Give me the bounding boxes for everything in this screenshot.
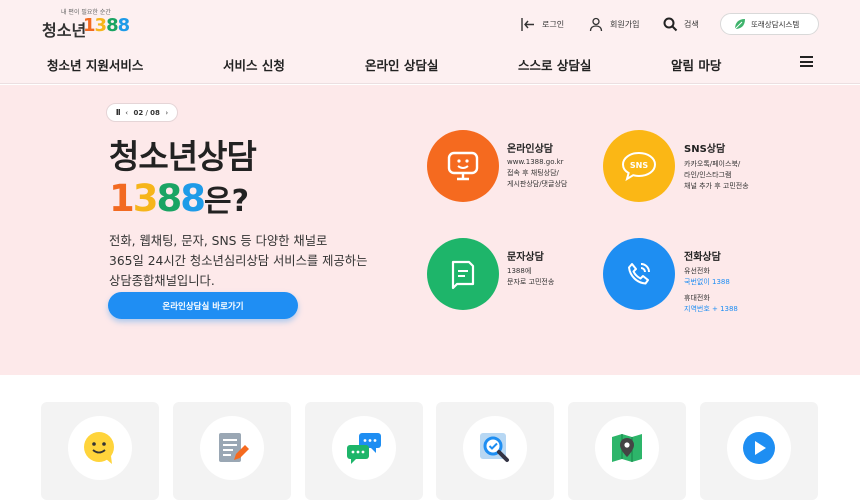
hero-description: 전화, 웹채팅, 문자, SNS 등 다양한 채널로 365일 24시간 청소년… [109,234,368,288]
slide-pager: II ‹ 02 / 08 › [106,103,178,122]
search-icon [663,17,678,31]
sns-bubble-icon: SNS [621,151,657,182]
peer-counseling-system-button[interactable]: 또래상담시스템 [720,13,819,35]
logo-number: 1388 [83,15,130,36]
smile-face-icon [84,432,114,464]
online-counseling-url: www.1388.go.kr [507,158,564,166]
quick-card-1[interactable] [41,402,159,500]
site-header: 내 편이 필요한 순간 청소년 1388 로그인 회원가입 검색 또래상담시스템… [0,0,860,84]
phone-icon [628,263,650,285]
phone-counseling-circle[interactable] [603,238,675,310]
nav-youth-support[interactable]: 청소년 지원서비스 [47,55,143,74]
slide-counter: 02 / 08 [133,108,160,117]
phone-counseling-line: 유선전화 [684,267,710,275]
text-counseling-line: 1388에 [507,267,532,275]
system-label: 또래상담시스템 [751,19,800,29]
nav-self-counseling[interactable]: 스스로 상담실 [518,55,591,74]
hamburger-menu-icon[interactable] [800,56,813,67]
sns-counseling-circle[interactable]: SNS [603,130,675,202]
pause-button[interactable]: II [116,108,121,117]
sns-counseling-line: 카카오톡/페이스북/ [684,160,741,168]
signup-label: 회원가입 [610,19,640,29]
next-slide-button[interactable]: › [165,109,168,117]
text-counseling-title: 문자상담 [507,252,544,263]
nav-service-apply[interactable]: 서비스 신청 [223,55,285,74]
quick-card-4[interactable] [436,402,554,500]
online-counseling-line: 게시판상담/댓글상담 [507,180,568,188]
prev-slide-button[interactable]: ‹ [125,109,128,117]
online-counseling-circle[interactable] [427,130,499,202]
logo-name: 청소년 [42,21,87,40]
message-icon [451,260,475,290]
signup-link[interactable]: 회원가입 [589,14,639,34]
sns-counseling-title: SNS상담 [684,144,726,155]
monitor-smile-icon [447,151,479,181]
online-counseling-title: 온라인상담 [507,144,553,155]
phone-counseling-number: 국번없이 1388 [684,278,730,286]
play-icon [743,432,775,464]
search-link[interactable]: 검색 [663,14,699,34]
online-counseling-line: 접속 후 채팅상담/ [507,169,559,177]
hero-title: 청소년상담 [109,137,257,176]
phone-counseling-number: 지역번호 + 1388 [684,305,738,313]
document-pencil-icon [219,433,249,462]
sns-counseling-line: 채널 추가 후 고민전송 [684,182,749,190]
text-counseling-circle[interactable] [427,238,499,310]
text-counseling-line: 문자로 고민전송 [507,278,555,286]
phone-counseling-title: 전화상담 [684,252,721,263]
svg-text:SNS: SNS [630,161,648,170]
nav-online-counseling[interactable]: 온라인 상담실 [365,55,438,74]
login-icon [521,17,534,31]
leaf-icon [734,19,745,30]
login-link[interactable]: 로그인 [520,14,564,34]
sns-counseling-line: 라인/인스타그램 [684,171,732,179]
hero-section [0,85,860,375]
chat-bubbles-icon [347,433,381,464]
search-check-icon [480,433,509,462]
quick-card-5[interactable] [568,402,686,500]
quick-card-2[interactable] [173,402,291,500]
map-pin-icon [612,434,642,462]
quick-card-3[interactable] [305,402,423,500]
search-label: 검색 [684,19,699,29]
nav-notice[interactable]: 알림 마당 [671,55,721,74]
quick-card-6[interactable] [700,402,818,500]
user-icon [589,17,603,31]
hero-number: 1388은? [109,177,250,220]
online-counseling-cta-button[interactable]: 온라인상담실 바로가기 [108,292,298,319]
phone-counseling-line: 휴대전화 [684,294,710,302]
login-label: 로그인 [542,19,565,29]
